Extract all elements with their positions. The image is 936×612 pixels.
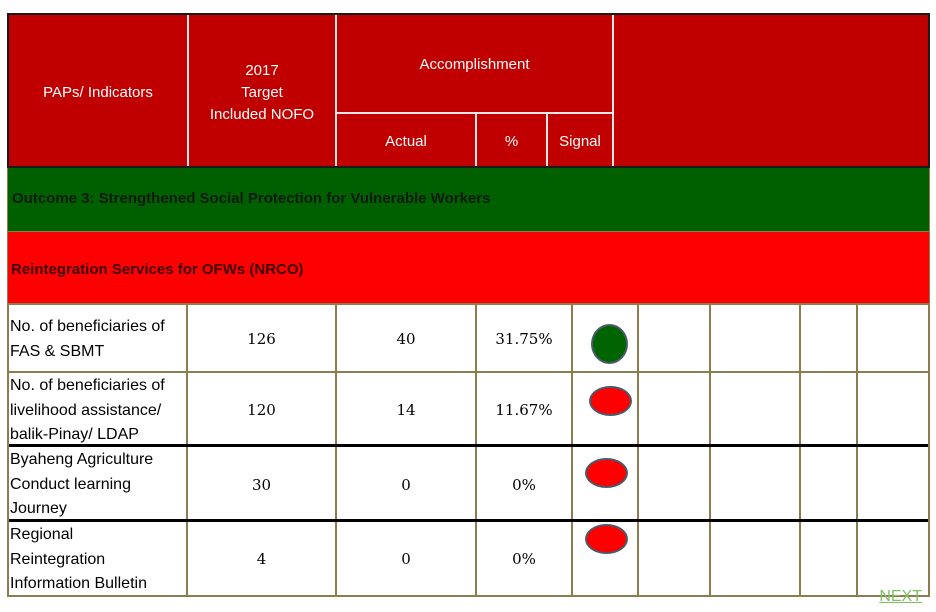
- section-band: Reintegration Services for OFWs (NRCO): [7, 231, 930, 303]
- outcome-title: Outcome 3: Strengthened Social Protectio…: [12, 190, 491, 207]
- column-divider: [571, 305, 573, 595]
- signal-red-icon: [585, 524, 628, 554]
- header-target-nofo: Included NOFO: [209, 106, 315, 123]
- percent-value: 31.75%: [495, 330, 553, 348]
- header-percent: %: [504, 133, 519, 150]
- indicator-line: FAS & SBMT: [10, 342, 105, 360]
- next-link[interactable]: NEXT: [879, 588, 922, 606]
- indicator-line: Regional: [10, 526, 74, 543]
- indicator-line: Journey: [10, 500, 67, 517]
- indicator-line: livelihood assistance/: [10, 401, 162, 419]
- signal-red-icon: [585, 458, 628, 488]
- percent-value: 11.67%: [495, 401, 553, 419]
- column-divider: [856, 305, 858, 595]
- header-actual: Actual: [385, 133, 427, 150]
- target-value: 4: [256, 550, 267, 568]
- actual-value: 14: [396, 401, 416, 419]
- indicator-line: No. of beneficiaries of: [10, 318, 165, 335]
- actual-value: 40: [396, 330, 416, 348]
- column-divider: [709, 305, 711, 595]
- indicator-label: Byaheng Agriculture Conduct learning Jou…: [10, 448, 153, 522]
- indicator-label: No. of beneficiaries of FAS & SBMT: [10, 315, 165, 364]
- section-title: Reintegration Services for OFWs (NRCO): [11, 261, 304, 278]
- percent-value: 0%: [512, 550, 536, 568]
- percent-value: 0%: [512, 476, 536, 494]
- target-value: 120: [247, 401, 276, 419]
- target-value: 30: [251, 476, 272, 494]
- signal-red-icon: [589, 386, 632, 416]
- row-divider: [9, 371, 928, 373]
- indicator-line: Conduct learning: [10, 475, 131, 493]
- signal-green-icon: [591, 324, 628, 364]
- actual-value: 0: [401, 476, 411, 494]
- header-target-label: Target: [241, 84, 283, 101]
- header-target-year: 2017: [245, 62, 279, 79]
- indicator-label: Regional Reintegration Information Bulle…: [10, 523, 147, 597]
- header-accomplishment: Accomplishment: [419, 56, 530, 73]
- indicator-line: Byaheng Agriculture: [10, 451, 154, 468]
- header-signal: Signal: [559, 133, 601, 150]
- indicator-line: Information Bulletin: [10, 575, 147, 592]
- outcome-band: Outcome 3: Strengthened Social Protectio…: [7, 168, 930, 231]
- target-value: 126: [247, 330, 276, 348]
- indicator-label: No. of beneficiaries of livelihood assis…: [10, 374, 165, 448]
- column-divider: [637, 305, 639, 595]
- actual-value: 0: [401, 550, 411, 568]
- table-header: PAPs/ Indicators 2017 Target Included NO…: [7, 13, 930, 168]
- indicator-line: Reintegration: [10, 550, 106, 568]
- indicator-line: balik-Pinay/ LDAP: [10, 426, 139, 443]
- column-divider: [799, 305, 801, 595]
- header-divider: [612, 15, 614, 166]
- indicator-line: No. of beneficiaries of: [10, 377, 165, 394]
- indicator-table: No. of beneficiaries of FAS & SBMT 126 4…: [7, 303, 930, 597]
- header-indicators: PAPs/ Indicators: [43, 84, 153, 101]
